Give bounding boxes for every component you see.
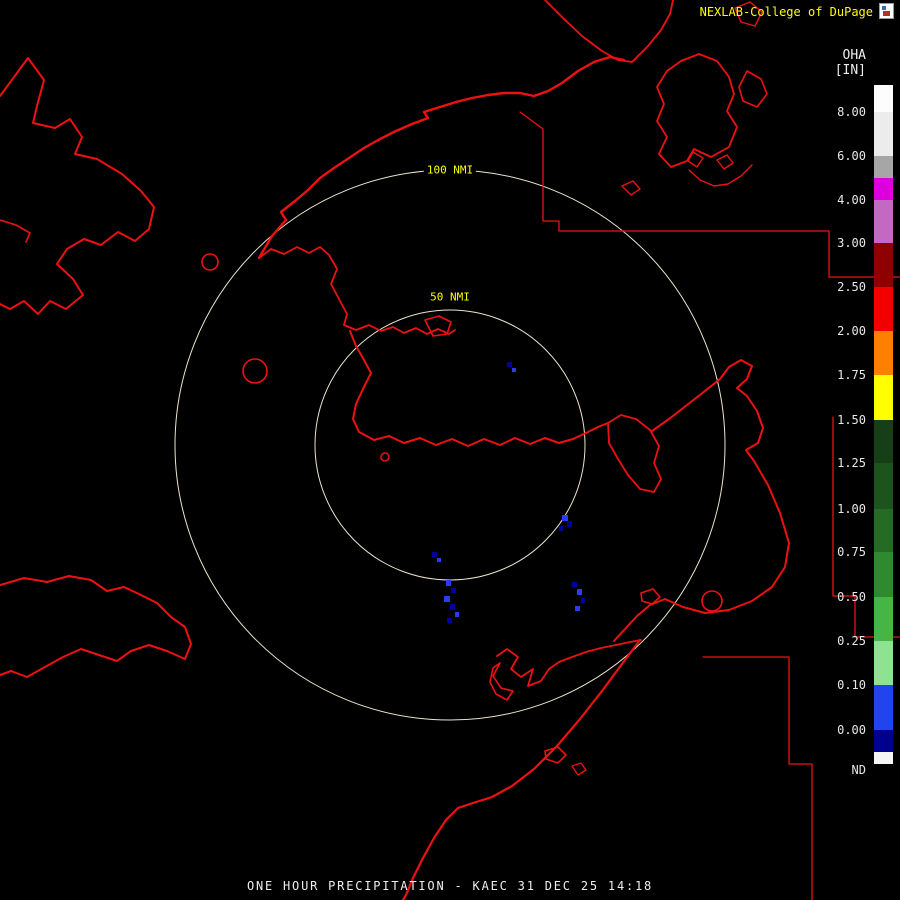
colorbar-segment — [874, 200, 893, 243]
colorbar-tick-label: 1.25 — [837, 456, 866, 470]
broken-image-icon — [879, 3, 894, 19]
colorbar-segment — [874, 641, 893, 685]
precip-cell — [567, 521, 572, 527]
map-outline — [689, 165, 752, 186]
precip-cell — [562, 515, 568, 521]
colorbar-tick-label: 0.50 — [837, 590, 866, 604]
colorbar-segment — [874, 752, 893, 764]
credit-text: NEXLAB-College of DuPage — [700, 5, 873, 19]
map-outline — [0, 58, 154, 314]
colorbar-tick-label: 2.00 — [837, 324, 866, 338]
map-outline — [608, 415, 661, 492]
colorbar-tick-label: 2.50 — [837, 280, 866, 294]
colorbar-segment — [874, 331, 893, 375]
colorbar-segment — [874, 85, 893, 112]
map-outline — [572, 763, 586, 775]
map-outline — [739, 71, 767, 107]
colorbar-tick-label: 0.25 — [837, 634, 866, 648]
product-units: [IN] — [835, 63, 866, 78]
map-outline — [490, 663, 513, 700]
map-lake-outline — [202, 254, 218, 270]
precip-cell — [577, 589, 582, 595]
range-ring — [175, 170, 725, 720]
map-svg — [0, 0, 900, 900]
map-outline — [545, 0, 673, 62]
colorbar-segment — [874, 597, 893, 641]
map-outline — [350, 331, 608, 446]
colorbar-segment — [874, 730, 893, 752]
map-outline — [0, 576, 191, 677]
range-ring-label: 50 NMI — [427, 291, 473, 304]
map-outline — [259, 57, 624, 258]
colorbar-tick-label: 1.50 — [837, 413, 866, 427]
map-outline — [259, 247, 347, 325]
map-outline — [497, 640, 641, 686]
colorbar-tick-label: 8.00 — [837, 105, 866, 119]
colorbar-segment — [874, 420, 893, 463]
colorbar-segment — [874, 463, 893, 509]
colorbar-tick-label: 1.75 — [837, 368, 866, 382]
range-ring — [315, 310, 585, 580]
colorbar-segment — [874, 156, 893, 178]
colorbar-tick-label: 0.75 — [837, 545, 866, 559]
precip-cell — [507, 362, 512, 367]
precip-cell — [444, 596, 450, 602]
precip-cell — [572, 582, 577, 587]
map-lake-outline — [243, 359, 267, 383]
precip-cell — [450, 604, 455, 610]
precip-cell — [559, 526, 563, 531]
product-header: OHA [IN] — [835, 48, 866, 78]
product-title: ONE HOUR PRECIPITATION - KAEC 31 DEC 25 … — [0, 879, 900, 893]
colorbar-segment — [874, 375, 893, 420]
map-outline — [717, 155, 733, 169]
map-outline — [703, 657, 812, 900]
colorbar-segment — [874, 178, 893, 200]
colorbar-segment — [874, 685, 893, 730]
map-outline — [403, 640, 640, 900]
precip-cell — [575, 606, 580, 611]
colorbar-segment — [874, 552, 893, 597]
radar-display: NEXLAB-College of DuPage OHA [IN] ONE HO… — [0, 0, 900, 900]
precip-cell — [432, 552, 437, 557]
map-outline — [622, 181, 640, 195]
colorbar-segment — [874, 112, 893, 156]
range-ring-label: 100 NMI — [424, 164, 476, 177]
map-lake-outline — [381, 453, 389, 461]
colorbar — [874, 85, 893, 764]
precip-cell — [437, 558, 441, 562]
colorbar-tick-label: 0.10 — [837, 678, 866, 692]
colorbar-tick-label: 1.00 — [837, 502, 866, 516]
colorbar-segment — [874, 287, 893, 331]
precip-cell — [512, 368, 516, 372]
product-id: OHA — [835, 48, 866, 63]
precip-cell — [581, 598, 585, 603]
colorbar-tick-label: 6.00 — [837, 149, 866, 163]
precip-cell — [455, 612, 459, 617]
colorbar-tick-label: ND — [852, 763, 866, 777]
colorbar-tick-label: 0.00 — [837, 723, 866, 737]
precip-cell — [447, 618, 452, 623]
map-outline — [657, 54, 737, 167]
precip-cell — [446, 580, 451, 586]
colorbar-tick-label: 4.00 — [837, 193, 866, 207]
map-outline — [0, 220, 30, 242]
colorbar-segment — [874, 509, 893, 552]
colorbar-tick-label: 3.00 — [837, 236, 866, 250]
precip-cell — [451, 588, 456, 593]
map-lake-outline — [702, 591, 722, 611]
colorbar-segment — [874, 243, 893, 287]
map-outline — [344, 325, 455, 334]
